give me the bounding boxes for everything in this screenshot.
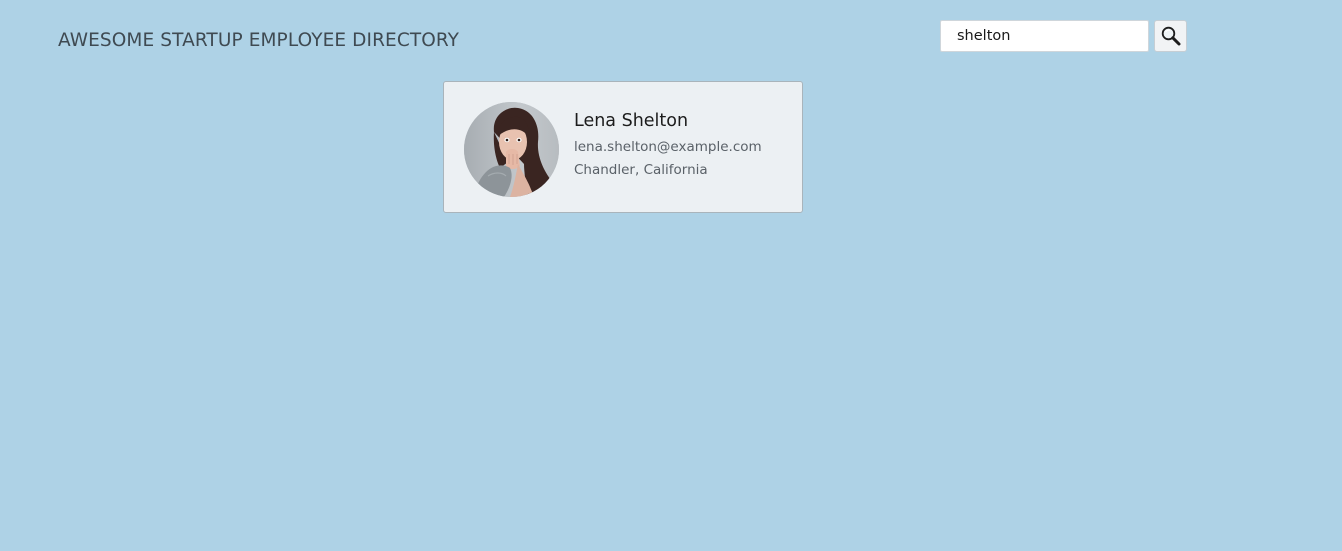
employee-location: Chandler, California (574, 162, 708, 178)
search-icon (1161, 26, 1180, 46)
employee-info: Lena Shelton lena.shelton@example.com Ch… (574, 110, 762, 179)
page-title: AWESOME STARTUP EMPLOYEE DIRECTORY (58, 30, 460, 51)
avatar (464, 102, 559, 197)
employee-card[interactable]: Lena Shelton lena.shelton@example.com Ch… (443, 81, 803, 213)
search-button[interactable] (1154, 20, 1187, 52)
employee-email: lena.shelton@example.com (574, 139, 762, 155)
employee-photo (464, 102, 559, 197)
search-form (940, 20, 1187, 52)
search-input[interactable] (940, 20, 1149, 52)
employee-name: Lena Shelton (574, 111, 689, 131)
